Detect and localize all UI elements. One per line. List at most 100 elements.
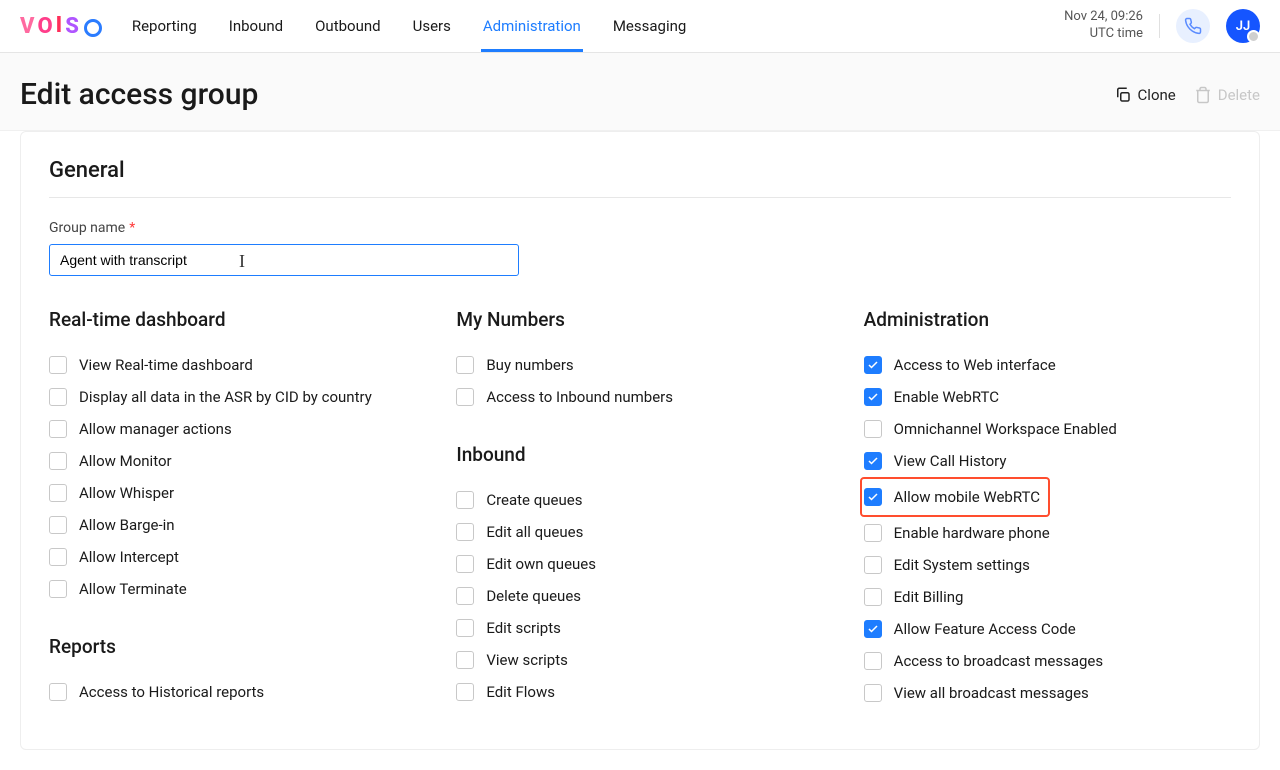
topbar: VOIS Reporting Inbound Outbound Users Admini… — [0, 0, 1280, 53]
nav-tab-outbound[interactable]: Outbound — [313, 1, 383, 52]
checkbox-label: Edit all queues — [486, 523, 583, 541]
delete-button: Delete — [1194, 86, 1260, 104]
checkbox-label: Enable WebRTC — [894, 388, 999, 406]
checkbox[interactable] — [864, 652, 882, 670]
permission-columns: Real-time dashboard View Real-time dashb… — [49, 308, 1231, 709]
checkbox-label: Delete queues — [486, 587, 581, 605]
section-divider — [49, 197, 1231, 198]
trash-icon — [1194, 86, 1212, 104]
checkbox-label: Allow mobile WebRTC — [894, 488, 1040, 506]
phone-button[interactable] — [1176, 9, 1210, 43]
col-rtd: Real-time dashboard View Real-time dashb… — [49, 308, 416, 709]
avatar[interactable]: JJ — [1226, 9, 1260, 43]
checkbox[interactable] — [864, 524, 882, 542]
checkbox-label: Access to Inbound numbers — [486, 388, 673, 406]
checkbox[interactable] — [456, 651, 474, 669]
inbound-item[interactable]: Edit all queues — [456, 516, 823, 548]
checkbox-label: Allow manager actions — [79, 420, 232, 438]
rtd-item[interactable]: View Real-time dashboard — [49, 349, 416, 381]
checkbox[interactable] — [864, 556, 882, 574]
inbound-item[interactable]: Delete queues — [456, 580, 823, 612]
checkbox[interactable] — [456, 356, 474, 374]
checkbox[interactable] — [49, 452, 67, 470]
checkbox-label: Allow Whisper — [79, 484, 174, 502]
rtd-item[interactable]: Allow Terminate — [49, 573, 416, 605]
checkbox[interactable] — [864, 388, 882, 406]
checkbox[interactable] — [864, 684, 882, 702]
header-right: Nov 24, 09:26 UTC time JJ — [1064, 9, 1260, 43]
checkbox-label: Buy numbers — [486, 356, 573, 374]
checkbox[interactable] — [456, 388, 474, 406]
admin-item[interactable]: Omnichannel Workspace Enabled — [864, 413, 1231, 445]
section-general-title: General — [49, 158, 1231, 183]
highlighted-permission: Allow mobile WebRTC — [860, 477, 1050, 517]
admin-item[interactable]: Edit System settings — [864, 549, 1231, 581]
checkbox[interactable] — [49, 388, 67, 406]
checkbox[interactable] — [456, 555, 474, 573]
checkbox[interactable] — [49, 484, 67, 502]
rtd-item[interactable]: Allow Monitor — [49, 445, 416, 477]
reports-title: Reports — [49, 635, 416, 658]
mynum-item[interactable]: Access to Inbound numbers — [456, 381, 823, 413]
col-middle: My Numbers Buy numbersAccess to Inbound … — [456, 308, 823, 709]
nav-tab-reporting[interactable]: Reporting — [130, 1, 199, 52]
admin-item[interactable]: Access to broadcast messages — [864, 645, 1231, 677]
rtd-item[interactable]: Allow Whisper — [49, 477, 416, 509]
checkbox[interactable] — [49, 516, 67, 534]
rtd-item[interactable]: Allow Barge-in — [49, 509, 416, 541]
checkbox[interactable] — [864, 588, 882, 606]
delete-label: Delete — [1218, 86, 1260, 104]
inbound-item[interactable]: Edit Flows — [456, 676, 823, 708]
checkbox[interactable] — [864, 452, 882, 470]
checkbox[interactable] — [456, 523, 474, 541]
admin-item[interactable]: Access to Web interface — [864, 349, 1231, 381]
rtd-item[interactable]: Allow Intercept — [49, 541, 416, 573]
copy-icon — [1114, 86, 1132, 104]
admin-item[interactable]: Enable WebRTC — [864, 381, 1231, 413]
inbound-item[interactable]: Create queues — [456, 484, 823, 516]
reports-item[interactable]: Access to Historical reports — [49, 676, 416, 708]
admin-item[interactable]: Enable hardware phone — [864, 517, 1231, 549]
nav-tab-users[interactable]: Users — [411, 1, 453, 52]
group-name-input[interactable] — [49, 244, 519, 276]
inbound-item[interactable]: View scripts — [456, 644, 823, 676]
page-title: Edit access group — [20, 77, 258, 112]
checkbox-label: Access to broadcast messages — [894, 652, 1103, 670]
checkbox[interactable] — [49, 683, 67, 701]
checkbox[interactable] — [456, 619, 474, 637]
checkbox[interactable] — [49, 420, 67, 438]
checkbox-label: View all broadcast messages — [894, 684, 1089, 702]
checkbox-label: Display all data in the ASR by CID by co… — [79, 388, 372, 406]
admin-item[interactable]: Edit Billing — [864, 581, 1231, 613]
checkbox[interactable] — [49, 548, 67, 566]
checkbox[interactable] — [864, 488, 882, 506]
checkbox[interactable] — [49, 356, 67, 374]
admin-item[interactable]: View Call History — [864, 445, 1231, 477]
admin-item[interactable]: Allow Feature Access Code — [864, 613, 1231, 645]
mynum-item[interactable]: Buy numbers — [456, 349, 823, 381]
group-name-label: Group name * — [49, 220, 1231, 236]
inbound-title: Inbound — [456, 443, 823, 466]
checkbox[interactable] — [864, 620, 882, 638]
checkbox-label: Edit System settings — [894, 556, 1030, 574]
inbound-item[interactable]: Edit own queues — [456, 548, 823, 580]
logo: VOIS — [20, 14, 102, 39]
admin-item[interactable]: View all broadcast messages — [864, 677, 1231, 709]
inbound-item[interactable]: Edit scripts — [456, 612, 823, 644]
nav-tab-inbound[interactable]: Inbound — [227, 1, 285, 52]
checkbox[interactable] — [456, 587, 474, 605]
header-divider — [1159, 14, 1160, 38]
checkbox[interactable] — [864, 356, 882, 374]
checkbox-label: Edit Billing — [894, 588, 964, 606]
nav-tab-messaging[interactable]: Messaging — [611, 1, 688, 52]
checkbox[interactable] — [864, 420, 882, 438]
nav-tab-administration[interactable]: Administration — [481, 1, 583, 52]
checkbox-label: Edit Flows — [486, 683, 555, 701]
checkbox[interactable] — [456, 683, 474, 701]
rtd-item[interactable]: Display all data in the ASR by CID by co… — [49, 381, 416, 413]
rtd-item[interactable]: Allow manager actions — [49, 413, 416, 445]
checkbox[interactable] — [456, 491, 474, 509]
clone-button[interactable]: Clone — [1114, 86, 1176, 104]
admin-item[interactable]: Allow mobile WebRTC — [864, 481, 1040, 513]
checkbox[interactable] — [49, 580, 67, 598]
